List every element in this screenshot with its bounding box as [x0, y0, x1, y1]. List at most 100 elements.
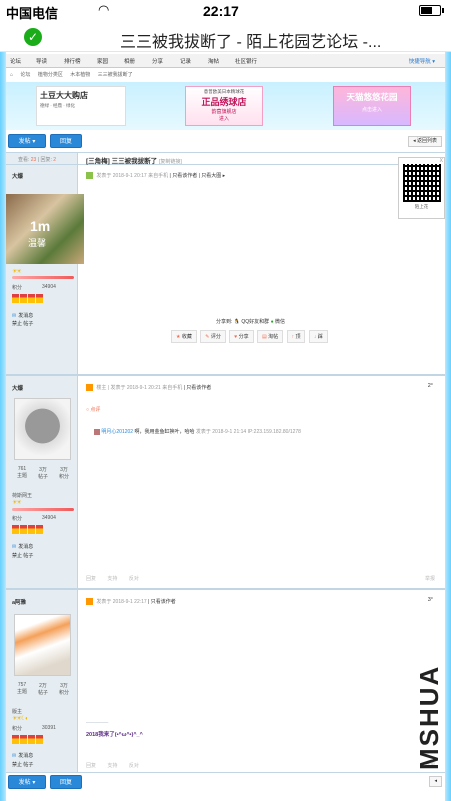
post-icon [86, 172, 93, 180]
send-message-link[interactable]: 发消息 [12, 543, 33, 550]
send-message-link[interactable]: 发消息 [12, 752, 33, 759]
clock: 22:17 [203, 3, 239, 19]
bottom-new-post-button[interactable]: 发帖 ▾ [8, 775, 46, 789]
post-filter-links[interactable]: | 只看该作者 [184, 385, 212, 391]
ad-potato-store[interactable]: 土豆大大购店 德绿 · 经鼎 · 绿化 [36, 86, 126, 126]
nav-bank[interactable]: 社区银行 [235, 57, 257, 65]
commenter-avatar[interactable] [94, 428, 100, 435]
back-to-list-button[interactable]: ◂ 返回列表 [408, 136, 442, 147]
commenter-name[interactable]: 明月心201202 [101, 429, 133, 435]
post-icon [86, 598, 93, 606]
post-filter-links[interactable]: | 只看该作者 [148, 599, 176, 605]
nav-record[interactable]: 记录 [180, 57, 191, 65]
author-avatar[interactable] [14, 614, 71, 676]
nav-forum[interactable]: 论坛 [10, 57, 21, 65]
send-message-link[interactable]: 发消息 [12, 312, 33, 319]
upvote-button[interactable]: ↑ 顶 [286, 330, 306, 343]
downvote-button[interactable]: ↓ 踩 [308, 330, 328, 343]
bottom-back-button[interactable]: ◂ [429, 776, 442, 787]
comment-meta: 发表于 2018-9-1 21:14 IP:223.159.182.80/127… [195, 429, 301, 435]
home-icon[interactable]: ⌂ [10, 72, 13, 78]
nav-album[interactable]: 相册 [124, 57, 135, 65]
qr-code-image[interactable] [402, 164, 441, 202]
thread-tag[interactable]: [三角梅] [86, 158, 110, 165]
credits-label: 积分 [58, 474, 69, 480]
nav-share[interactable]: 分享 [152, 57, 163, 65]
posts-label: 帖子 [37, 690, 48, 696]
credits-label: 积分 [58, 690, 69, 696]
taotie-button[interactable]: ▤ 淘帖 [257, 330, 284, 343]
rate-button[interactable]: ✎ 评分 [200, 330, 226, 343]
author-avatar[interactable] [14, 398, 71, 460]
breadcrumb-thread[interactable]: 三三被我拔断了 [98, 72, 133, 78]
ban-links[interactable]: 禁止 帖子 [12, 761, 33, 768]
thread-title-text: 三三被我拔断了 [111, 158, 158, 165]
ban-links[interactable]: 禁止 帖子 [12, 552, 33, 559]
share-qq[interactable]: QQ好友和群 [241, 319, 269, 325]
reply-link[interactable]: 回复 [86, 576, 96, 582]
quick-nav-menu[interactable]: 快捷导航 ▾ [409, 57, 435, 65]
posts-count[interactable]: 3万 [33, 466, 53, 473]
comment-tag: 点评 [90, 407, 101, 413]
post-author[interactable]: 大爆 [12, 172, 23, 180]
forum-nav: 论坛 导读 排行榜 家园 相册 分享 记录 淘帖 社区银行 快捷导航 ▾ [6, 54, 445, 68]
breadcrumb-category[interactable]: 植物分类区 [38, 72, 63, 78]
credits-count[interactable]: 3万 [54, 682, 74, 689]
ad3-cta: 点击进入 [361, 107, 382, 113]
credits-count[interactable]: 3万 [54, 466, 74, 473]
nav-ranking[interactable]: 排行榜 [64, 57, 81, 65]
post-author[interactable]: a阿雅 [12, 598, 26, 606]
ban-links[interactable]: 禁止 帖子 [12, 320, 33, 327]
thread-stats: 查看: 23 | 回复: 2 [18, 157, 56, 163]
ad-hydrangea-store[interactable]: 意普欧美日本精球花 正品绣球店 韵茵旗舰店 进入 [185, 86, 263, 126]
rank-title: 版主 [12, 709, 23, 715]
wechat-icon[interactable]: ● [271, 319, 274, 325]
close-icon[interactable]: X [440, 158, 443, 164]
threads-label: 主题 [16, 473, 27, 479]
bottom-reply-button[interactable]: 回复 [50, 775, 82, 789]
points-value: 34904 [42, 284, 56, 290]
quick-nav-label: 快捷导航 [408, 59, 431, 65]
comment-icon: ○ [86, 407, 90, 413]
post-footer: 回复 支持 反对 [86, 762, 149, 769]
share-row: 分享到: 🐧 QQ好友和群 ● 微信 [216, 318, 285, 325]
support-link[interactable]: 支持 [107, 763, 117, 769]
medals [12, 294, 44, 305]
breadcrumb-forum[interactable]: 论坛 [20, 72, 30, 78]
security-shield-icon[interactable]: ✓ [24, 28, 42, 46]
support-link[interactable]: 支持 [107, 576, 117, 582]
points-label: 积分 [12, 726, 23, 732]
oppose-link[interactable]: 反对 [129, 576, 139, 582]
rank-stars: ☀☀ [12, 269, 22, 275]
report-link[interactable]: 举报 [425, 575, 435, 582]
nav-home[interactable]: 家园 [97, 57, 108, 65]
nav-taotie[interactable]: 淘帖 [208, 57, 219, 65]
ad-tmall-garden[interactable]: 天猫悠悠花园 点击进入 [333, 86, 411, 126]
ad2-cta: 进入 [218, 116, 229, 122]
post-date: 发表于 2018-9-1 22:17 [96, 599, 147, 605]
floor-number[interactable]: 3° [428, 597, 433, 603]
copy-link[interactable]: [复制链接] [159, 159, 182, 165]
avatar-subtext: 温馨 [28, 238, 47, 248]
qq-icon[interactable]: 🐧 [234, 319, 240, 325]
post-author[interactable]: 大爆 [12, 384, 23, 392]
reply-link[interactable]: 回复 [86, 763, 96, 769]
reply-button[interactable]: 回复 [50, 134, 82, 148]
post-source: 来自手机 [162, 385, 183, 391]
share-button[interactable]: ♥ 分享 [229, 330, 254, 343]
share-wechat[interactable]: 微信 [275, 319, 285, 325]
oppose-link[interactable]: 反对 [129, 763, 139, 769]
posts-count[interactable]: 2万 [33, 682, 53, 689]
rank-stars: ☀☀☾◐ [12, 716, 29, 722]
replies-label: 回复: [40, 157, 52, 163]
author-avatar[interactable]: 1m 温馨 [6, 194, 84, 264]
new-post-button[interactable]: 发帖 ▾ [8, 134, 46, 148]
op-label: 楼主 [96, 385, 107, 391]
floor-number[interactable]: 2° [428, 383, 433, 389]
favorite-button[interactable]: ★ 收藏 [171, 330, 197, 343]
views-label: 查看: [18, 157, 30, 163]
nav-guide[interactable]: 导读 [36, 57, 47, 65]
breadcrumb-subforum[interactable]: 木本植物 [70, 72, 90, 78]
points-value: 34904 [42, 515, 56, 521]
post-filter-links[interactable]: | 只看该作者 | 只看大图 ▸ [170, 173, 226, 179]
